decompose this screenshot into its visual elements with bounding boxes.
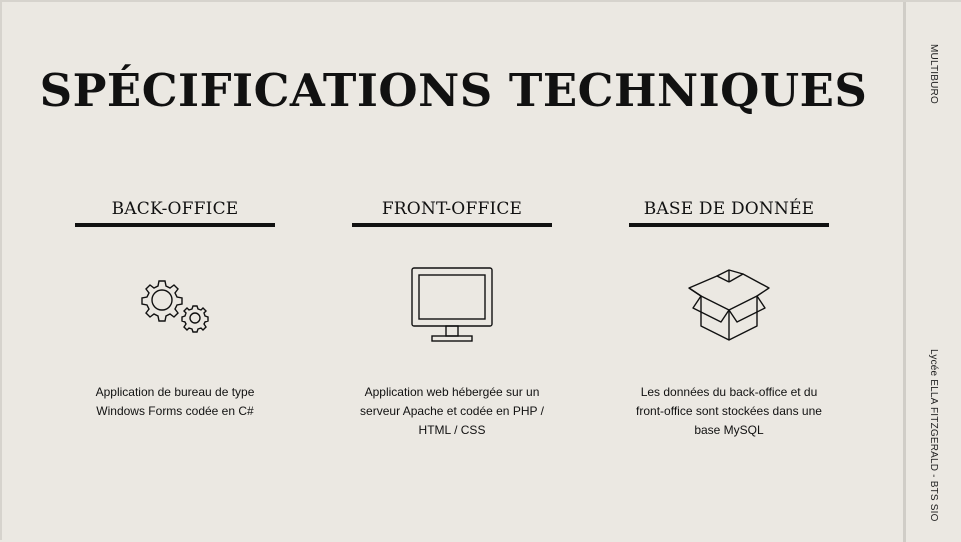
open-box-icon bbox=[679, 263, 779, 347]
column-heading: FRONT-OFFICE bbox=[352, 197, 552, 227]
monitor-icon bbox=[402, 263, 502, 347]
side-divider bbox=[903, 2, 906, 542]
column-heading: BASE DE DONNÉE bbox=[629, 197, 829, 227]
column-back-office: BACK-OFFICE Application de bureau de typ… bbox=[75, 197, 275, 421]
side-label-bottom: Lycée ELLA FITZGERALD - BTS SIO bbox=[928, 349, 939, 522]
column-heading: BACK-OFFICE bbox=[75, 197, 275, 227]
column-description: Application web hébergée sur un serveur … bbox=[360, 385, 544, 437]
side-label-top: MULTIBURO bbox=[928, 44, 939, 104]
column-description: Application de bureau de type Windows Fo… bbox=[95, 385, 255, 418]
column-database: BASE DE DONNÉE Les données du back-offic… bbox=[629, 197, 829, 440]
slide-title: SPÉCIFICATIONS TECHNIQUES bbox=[39, 64, 868, 117]
column-description: Les données du back-office et du front-o… bbox=[636, 385, 822, 437]
slide: SPÉCIFICATIONS TECHNIQUES MULTIBURO Lycé… bbox=[0, 0, 961, 542]
gears-icon bbox=[125, 263, 225, 347]
column-front-office: FRONT-OFFICE Application web hébergée su… bbox=[352, 197, 552, 440]
